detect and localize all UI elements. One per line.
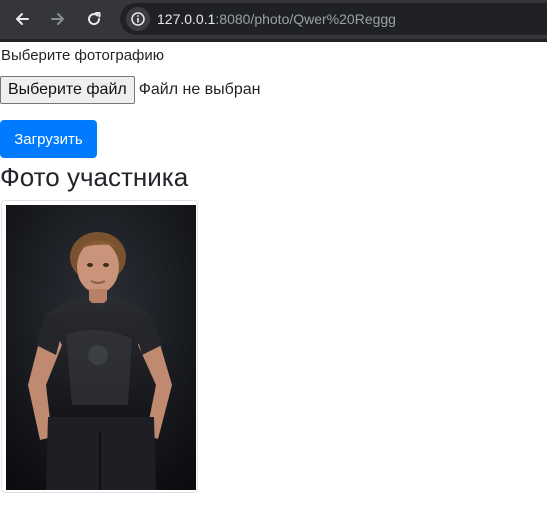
url-text[interactable]: 127.0.0.1:8080/photo/Qwer%20Reggg <box>157 10 396 28</box>
url-host: 127.0.0.1 <box>157 11 216 27</box>
upload-button[interactable]: Загрузить <box>0 120 97 158</box>
forward-button[interactable] <box>43 5 73 33</box>
choose-file-button[interactable]: Выберите файл <box>0 76 135 104</box>
photo-heading: Фото участника <box>0 162 189 192</box>
arrow-left-icon <box>16 13 29 25</box>
participant-photo <box>6 205 196 490</box>
upload-label: Выберите фотографию <box>1 47 165 64</box>
back-button[interactable] <box>7 5 37 33</box>
reload-icon <box>88 12 101 26</box>
info-icon[interactable] <box>126 7 150 31</box>
photo-thumbnail <box>1 200 198 493</box>
browser-toolbar: 127.0.0.1:8080/photo/Qwer%20Reggg <box>0 0 547 39</box>
info-glyph-icon <box>131 12 145 26</box>
arrow-right-icon <box>51 13 64 25</box>
reload-button[interactable] <box>79 5 109 33</box>
url-path: :8080/photo/Qwer%20Reggg <box>215 11 396 27</box>
page-content: Выберите фотографию Выберите файл Файл н… <box>0 42 547 520</box>
file-input[interactable]: Выберите файл Файл не выбран <box>0 76 260 104</box>
file-status-text: Файл не выбран <box>138 81 261 98</box>
